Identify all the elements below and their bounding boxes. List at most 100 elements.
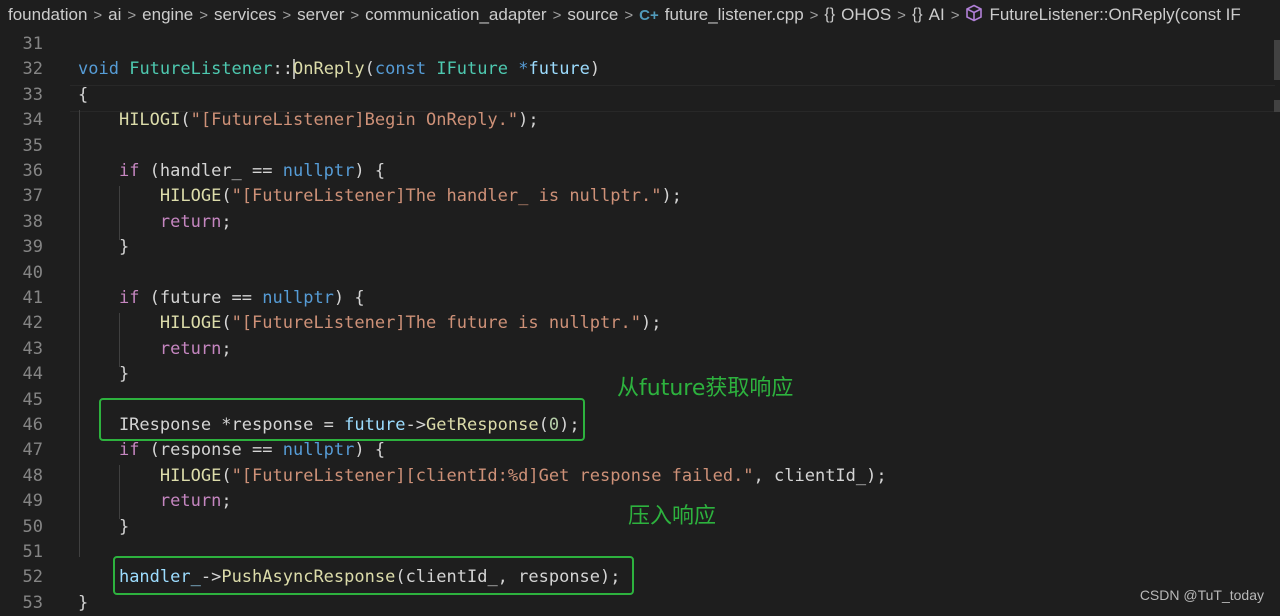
code-line[interactable]: 34 HILOGI("[FutureListener]Begin OnReply…: [0, 108, 1280, 133]
line-number: 53: [22, 592, 43, 613]
cpp-file-icon: C+: [639, 6, 659, 24]
code-token: nullptr: [282, 440, 355, 461]
code-token: }: [78, 516, 130, 537]
code-token: return: [159, 211, 222, 232]
line-number: 47: [22, 440, 43, 461]
code-token: HILOGI: [118, 110, 181, 131]
braces-icon: {}: [911, 6, 923, 23]
code-token: HILOGE: [159, 186, 222, 207]
code-line[interactable]: 41 if (future == nullptr) {: [0, 286, 1280, 311]
breadcrumb-item[interactable]: ai: [108, 5, 121, 25]
code-line[interactable]: 47 if (response == nullptr) {: [0, 438, 1280, 463]
breadcrumb: foundation > ai > engine > services > server > com…: [0, 0, 1280, 30]
breadcrumb-separator: >: [552, 6, 562, 24]
code-token: (: [364, 59, 375, 80]
code-line[interactable]: 36 if (handler_ == nullptr) {: [0, 159, 1280, 184]
code-token: }: [78, 364, 130, 385]
line-number: 35: [22, 135, 43, 156]
code-token: );: [518, 110, 539, 131]
code-text: return;: [78, 489, 232, 514]
code-token: if: [118, 440, 140, 461]
highlight-box-push-response: [113, 556, 634, 595]
code-token: ;: [221, 211, 232, 232]
line-number: 46: [22, 415, 43, 435]
code-token: ) {: [333, 288, 365, 308]
code-token: "[FutureListener]The handler_ is nullptr…: [231, 186, 662, 207]
watermark: CSDN @TuT_today: [1139, 587, 1264, 603]
breadcrumb-item[interactable]: communication_adapter: [365, 5, 546, 25]
code-token: nullptr: [282, 161, 355, 181]
breadcrumb-separator: >: [199, 6, 208, 24]
code-token: void: [78, 59, 119, 80]
code-token: (response ==: [139, 440, 283, 461]
code-token: }: [78, 592, 89, 613]
code-token: {: [78, 84, 89, 105]
breadcrumb-item[interactable]: source: [567, 5, 618, 25]
breadcrumb-namespace[interactable]: {} OHOS: [824, 5, 891, 25]
breadcrumb-item[interactable]: engine: [142, 5, 193, 25]
scrollbar-marker[interactable]: [1274, 100, 1280, 112]
breadcrumb-namespace[interactable]: {} AI: [912, 5, 945, 25]
code-token: (: [221, 186, 232, 207]
braces-icon: {}: [824, 6, 836, 23]
code-token: (handler_ ==: [139, 161, 283, 181]
breadcrumb-symbol[interactable]: FutureListener::OnReply(const IF: [965, 4, 1241, 27]
code-text: }: [78, 591, 88, 616]
scrollbar-marker[interactable]: [1274, 40, 1280, 80]
code-token: "[FutureListener]The future is nullptr.": [231, 313, 641, 334]
code-token: ): [589, 59, 601, 80]
code-text: HILOGE("[FutureListener][clientId:%d]Get…: [78, 464, 887, 489]
breadcrumb-label: AI: [928, 5, 945, 24]
line-number: 34: [22, 110, 43, 131]
code-line[interactable]: 39 }: [0, 235, 1280, 260]
code-line[interactable]: 33 {: [0, 83, 1280, 108]
code-line[interactable]: 31: [0, 32, 1280, 57]
breadcrumb-separator: >: [350, 6, 360, 24]
code-token: future: [528, 59, 590, 80]
code-text: if (handler_ == nullptr) {: [78, 159, 385, 184]
breadcrumb-file[interactable]: C+ future_listener.cpp: [639, 5, 804, 25]
code-token: (future ==: [139, 288, 263, 308]
code-line[interactable]: 35: [0, 134, 1280, 159]
code-token: if: [118, 161, 140, 181]
line-number: 43: [22, 338, 43, 359]
breadcrumb-label: OHOS: [841, 5, 892, 24]
code-text: HILOGE("[FutureListener]The future is nu…: [78, 311, 662, 336]
indent-guide: [79, 110, 80, 557]
code-line[interactable]: 32 void FutureListener::OnReply(const IFu…: [0, 57, 1280, 82]
code-token: *: [518, 59, 529, 80]
breadcrumb-label: communication_adapter: [365, 5, 547, 24]
code-editor[interactable]: 31 32 void FutureListener::OnReply(const I…: [0, 30, 1280, 613]
code-text: {: [78, 83, 88, 108]
code-line[interactable]: 37 HILOGE("[FutureListener]The handler_ …: [0, 184, 1280, 209]
code-token: }: [78, 237, 130, 258]
breadcrumb-label: foundation: [8, 5, 88, 24]
line-number: 32: [22, 59, 43, 80]
code-text: if (future == nullptr) {: [78, 286, 365, 311]
code-line[interactable]: 43 return;: [0, 337, 1280, 362]
breadcrumb-label: FutureListener::OnReply(const IF: [989, 5, 1241, 24]
line-number: 44: [22, 364, 43, 385]
line-number: 38: [22, 211, 43, 232]
code-token: ;: [221, 338, 232, 359]
code-token: if: [118, 288, 140, 308]
code-token: (: [221, 465, 232, 486]
breadcrumb-item[interactable]: foundation: [8, 5, 87, 25]
code-line[interactable]: 42 HILOGE("[FutureListener]The future is…: [0, 311, 1280, 336]
cube-icon: [965, 4, 983, 27]
code-line[interactable]: 38 return;: [0, 210, 1280, 235]
breadcrumb-item[interactable]: services: [214, 5, 276, 25]
code-line[interactable]: 48 HILOGE("[FutureListener][clientId:%d]…: [0, 464, 1280, 489]
code-token: nullptr: [262, 288, 334, 308]
code-text: }: [78, 515, 129, 540]
line-number: 52: [22, 567, 43, 588]
code-line[interactable]: 40: [0, 261, 1280, 286]
breadcrumb-item[interactable]: server: [297, 5, 344, 25]
code-token: const: [374, 59, 427, 80]
line-number: 51: [22, 542, 43, 562]
